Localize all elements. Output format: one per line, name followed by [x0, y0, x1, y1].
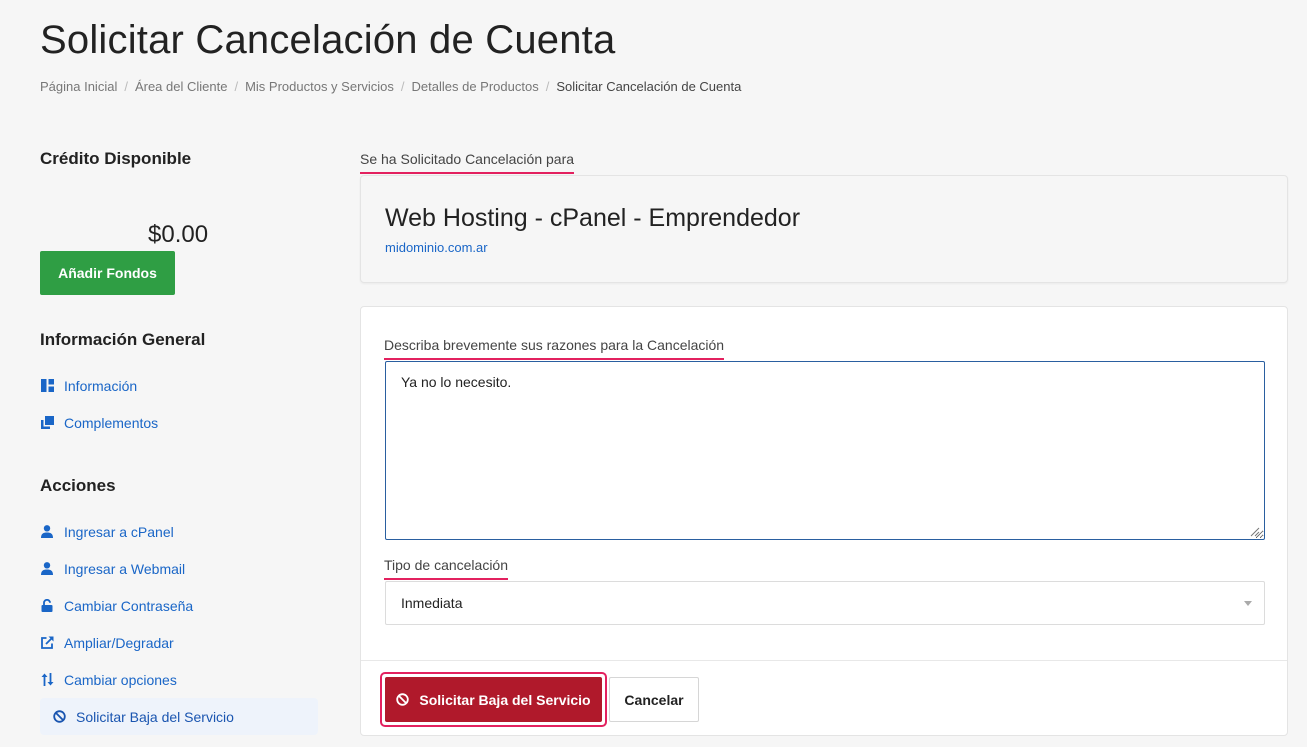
breadcrumb-separator: /	[545, 79, 550, 94]
breadcrumb-separator: /	[400, 79, 405, 94]
sidebar-item-label: Información	[64, 377, 138, 394]
product-card: Web Hosting - cPanel - Emprendedor midom…	[360, 175, 1288, 283]
sidebar-item-upgrade-downgrade[interactable]: Ampliar/Degradar	[40, 624, 318, 661]
product-name: Web Hosting - cPanel - Emprendedor	[385, 204, 801, 232]
ban-icon	[396, 693, 410, 706]
sidebar-item-cpanel-login[interactable]: Ingresar a cPanel	[40, 513, 318, 550]
general-info-heading: Información General	[40, 330, 206, 349]
sidebar-item-information[interactable]: Información	[40, 367, 158, 404]
breadcrumb-separator: /	[234, 79, 239, 94]
sidebar-item-label: Cambiar Contraseña	[64, 597, 194, 614]
user-icon	[40, 562, 54, 576]
request-cancellation-label: Solicitar Baja del Servicio	[419, 691, 591, 708]
cancellation-type-value: Inmediata	[401, 595, 463, 611]
breadcrumb-client-area[interactable]: Área del Cliente	[135, 79, 228, 94]
form-divider	[361, 660, 1287, 661]
sidebar-item-label: Complementos	[64, 414, 159, 431]
sidebar-item-label: Solicitar Baja del Servicio	[76, 708, 234, 725]
add-funds-button[interactable]: Añadir Fondos	[40, 251, 175, 295]
addons-icon	[40, 416, 54, 430]
actions-menu: Ingresar a cPanel Ingresar a Webmail Cam…	[40, 513, 318, 735]
requested-for-label: Se ha Solicitado Cancelación para	[360, 151, 575, 174]
breadcrumb-products[interactable]: Mis Productos y Servicios	[245, 79, 394, 94]
breadcrumb-product-details[interactable]: Detalles de Productos	[412, 79, 539, 94]
breadcrumb-home[interactable]: Página Inicial	[40, 79, 117, 94]
cancellation-type-select[interactable]: Inmediata	[385, 581, 1265, 625]
credit-amount: $0.00	[148, 221, 209, 248]
dashboard-icon	[40, 379, 54, 393]
sidebar-item-label: Cambiar opciones	[64, 671, 177, 688]
product-domain-link[interactable]: midominio.com.ar	[385, 240, 488, 255]
lock-icon	[40, 599, 54, 613]
ban-icon	[52, 710, 66, 724]
chevron-down-icon	[1244, 601, 1252, 606]
cancel-button[interactable]: Cancelar	[609, 677, 699, 722]
breadcrumb-separator: /	[124, 79, 128, 94]
user-icon	[40, 525, 54, 539]
cancellation-form: Describa brevemente sus razones para la …	[360, 306, 1288, 736]
actions-heading: Acciones	[40, 476, 116, 495]
reason-textarea[interactable]: Ya no lo necesito.	[385, 361, 1265, 540]
credit-heading: Crédito Disponible	[40, 149, 192, 168]
sidebar-item-label: Ingresar a cPanel	[64, 523, 174, 540]
sidebar-item-webmail-login[interactable]: Ingresar a Webmail	[40, 550, 318, 587]
request-cancellation-button[interactable]: Solicitar Baja del Servicio	[385, 677, 602, 722]
sidebar-item-label: Ampliar/Degradar	[64, 634, 174, 651]
sort-arrows-icon	[40, 673, 54, 687]
breadcrumb-current: Solicitar Cancelación de Cuenta	[556, 79, 742, 94]
general-info-menu: Información Complementos	[40, 367, 158, 441]
sidebar-item-addons[interactable]: Complementos	[40, 404, 158, 441]
page-title: Solicitar Cancelación de Cuenta	[40, 18, 616, 62]
reason-label: Describa brevemente sus razones para la …	[384, 337, 725, 360]
sidebar-item-label: Ingresar a Webmail	[64, 560, 186, 577]
external-link-icon	[40, 636, 54, 650]
breadcrumb: Página Inicial / Área del Cliente / Mis …	[40, 79, 741, 94]
sidebar-item-request-cancellation[interactable]: Solicitar Baja del Servicio	[40, 698, 318, 735]
sidebar-item-change-password[interactable]: Cambiar Contraseña	[40, 587, 318, 624]
cancellation-type-label: Tipo de cancelación	[384, 557, 509, 580]
sidebar-item-change-options[interactable]: Cambiar opciones	[40, 661, 318, 698]
